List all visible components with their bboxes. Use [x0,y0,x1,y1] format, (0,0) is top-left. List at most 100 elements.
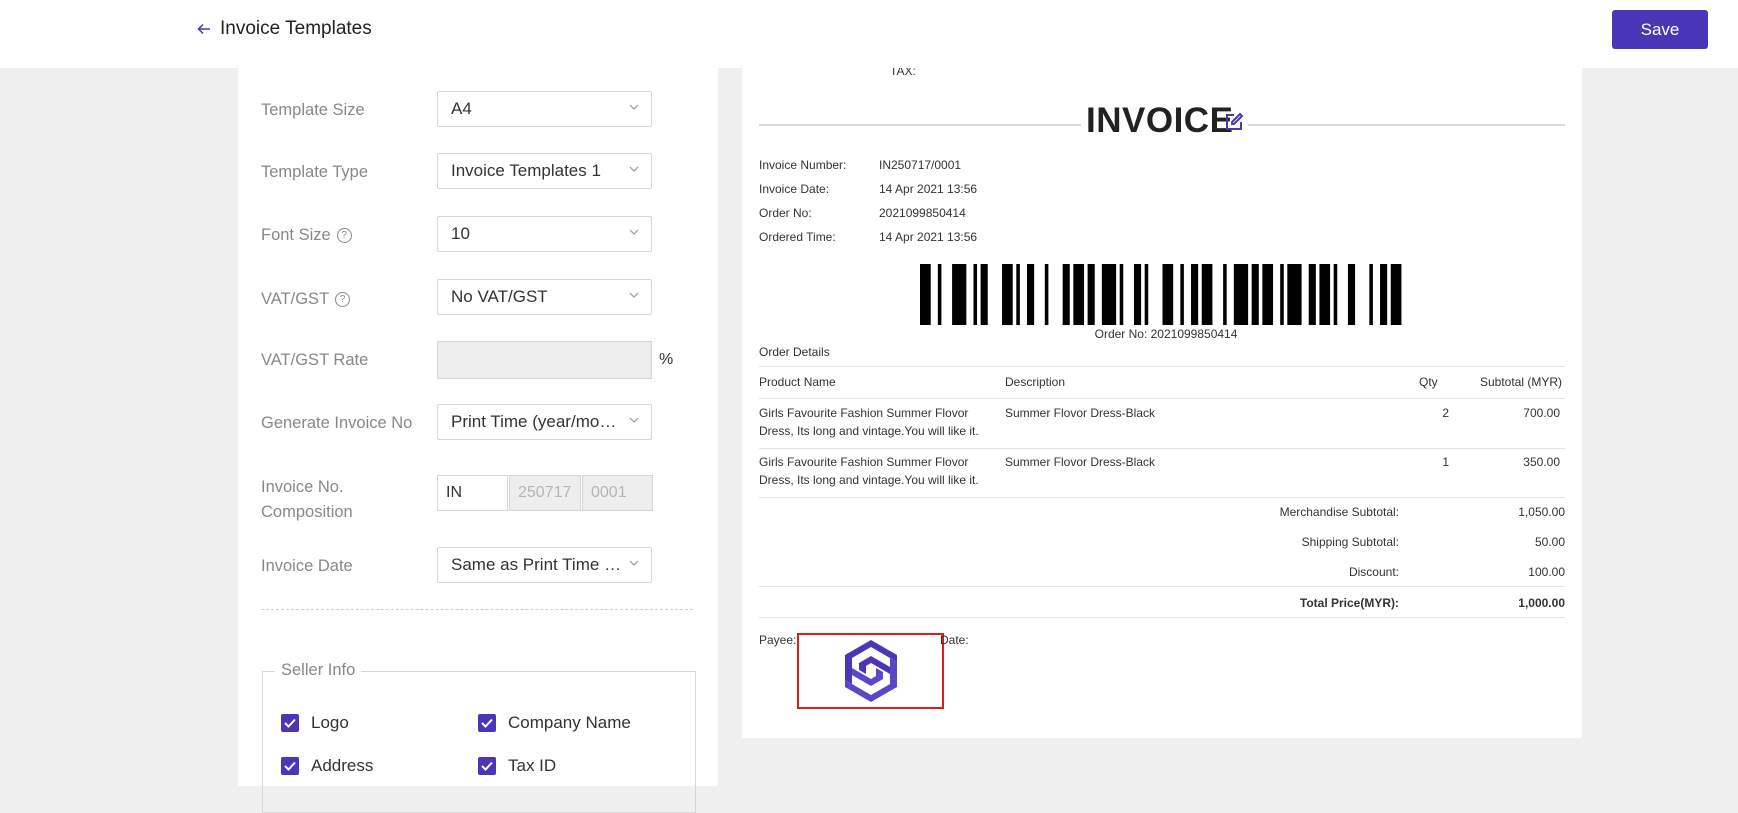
barcode-bar [1073,264,1085,325]
payee-signature-box[interactable] [797,633,944,709]
barcode-bar [1333,264,1338,325]
barcode [920,264,1402,325]
checkbox-checked-icon [478,757,496,775]
barcode-bar [952,264,967,325]
barcode-bar [1026,264,1035,325]
order-no-value: 2021099850414 [879,206,966,220]
merchandise-subtotal-label: Merchandise Subtotal: [1279,505,1399,519]
invoice-date-label: Invoice Date: [759,182,830,196]
chevron-down-icon [629,292,639,298]
company-name-checkbox[interactable]: Company Name [478,713,631,733]
barcode-bar [980,264,988,325]
invoice-title: INVOICE [1086,101,1233,141]
invoice-date-label: Invoice Date [261,557,353,575]
barcode-bar [937,264,942,325]
barcode-bar [1262,264,1274,325]
vat-gst-label-text: VAT/GST [261,290,330,308]
item-subtotal: 350.00 [1523,455,1560,469]
generate-invoice-no-label: Generate Invoice No [261,414,413,432]
discount-value: 100.00 [1528,565,1565,579]
barcode-bar [1002,264,1013,325]
barcode-bar [1119,264,1124,325]
barcode-bar [1380,264,1388,325]
checkbox-label: Address [311,756,374,775]
logo-checkbox[interactable]: Logo [281,713,349,733]
font-size-value: 10 [451,224,470,243]
checkbox-label: Company Name [508,713,631,732]
barcode-bar [1223,264,1227,325]
arrow-left-icon [197,23,210,35]
discount-label: Discount: [1348,565,1399,579]
vat-gst-rate-label: VAT/GST Rate [261,351,369,369]
item-qty: 2 [1442,406,1449,420]
barcode-bar [973,264,978,325]
date-label: Date: [940,633,969,647]
invoice-date-value: Same as Print Time / Order Time [451,555,652,574]
invoice-date-value: 14 Apr 2021 13:56 [879,182,978,196]
invoice-preview: TAX: INVOICE Invoice Number: IN250717/00… [742,68,1582,738]
table-rule [759,586,1565,587]
item-qty: 1 [1442,455,1449,469]
invoice-no-composition-label-line1: Invoice No. [261,478,344,496]
table-rule [759,366,1565,367]
barcode-bar [1319,264,1331,325]
chevron-down-icon [629,417,639,423]
invoice-title-text: INVOICE [1086,101,1234,140]
barcode-bar [1287,264,1302,325]
barcode-bar [1044,264,1049,325]
tax-id-checkbox[interactable]: Tax ID [478,756,556,776]
item-product: Girls Favourite Fashion Summer Flovor Dr… [759,455,979,487]
checkbox-label: Tax ID [508,756,557,775]
barcode-bar [1133,264,1142,325]
column-header-description: Description [1005,375,1066,389]
barcode-bar [1201,264,1213,325]
edit-icon[interactable] [1224,112,1244,132]
font-size-label-text: Font Size [261,226,331,244]
font-size-select[interactable]: 10 [437,216,652,252]
template-size-value: A4 [451,99,472,118]
barcode-bar [1347,264,1356,325]
barcode-bar [1016,264,1020,325]
save-button[interactable]: Save [1612,10,1708,49]
percent-unit: % [659,351,674,368]
checkbox-checked-icon [281,714,299,732]
barcode-bar [920,264,931,325]
chevron-down-icon [629,560,639,566]
vat-gst-select[interactable]: No VAT/GST [437,279,652,315]
help-icon[interactable]: ? [336,228,352,244]
invoice-prefix-input[interactable]: IN [437,475,508,511]
template-type-select[interactable]: Invoice Templates 1 [437,153,652,189]
payee-label: Payee: [759,633,797,647]
address-checkbox[interactable]: Address [281,756,373,776]
vat-gst-label: VAT/GST? [261,290,351,309]
back-link[interactable]: Invoice Templates [196,18,372,40]
template-size-label: Template Size [261,101,365,119]
cut-off-text: TAX: [890,68,916,78]
checkbox-label: Logo [311,713,349,732]
barcode-bar [1369,264,1373,325]
item-description: Summer Flovor Dress-Black [1005,455,1156,469]
generate-invoice-no-select[interactable]: Print Time (year/month/day) [437,404,652,440]
chevron-down-icon [629,104,639,110]
column-header-qty: Qty [1419,375,1438,389]
seller-info-section: Seller Info Logo Company Name Address Ta… [262,661,696,813]
ordered-time-label: Ordered Time: [759,230,836,244]
settings-panel: Template Size A4 Template Type Invoice T… [238,68,718,813]
font-size-label: Font Size? [261,226,352,245]
column-header-subtotal: Subtotal (MYR) [1479,375,1562,389]
help-icon[interactable]: ? [335,292,351,308]
barcode-bar [1162,264,1174,325]
invoice-date-part-input: 250717 [509,475,581,511]
checkbox-checked-icon [478,714,496,732]
barcode-bar [1390,264,1402,325]
invoice-no-composition-label-line2: Composition [261,503,353,521]
item-subtotal: 700.00 [1523,406,1560,420]
vat-gst-value: No VAT/GST [451,287,548,306]
column-header-product: Product Name [759,375,836,389]
invoice-date-select[interactable]: Same as Print Time / Order Time [437,547,652,583]
barcode-bar [1280,264,1284,325]
chevron-down-icon [629,229,639,235]
table-rule [759,497,1565,498]
template-size-select[interactable]: A4 [437,91,652,127]
vat-gst-rate-input[interactable] [437,341,652,379]
